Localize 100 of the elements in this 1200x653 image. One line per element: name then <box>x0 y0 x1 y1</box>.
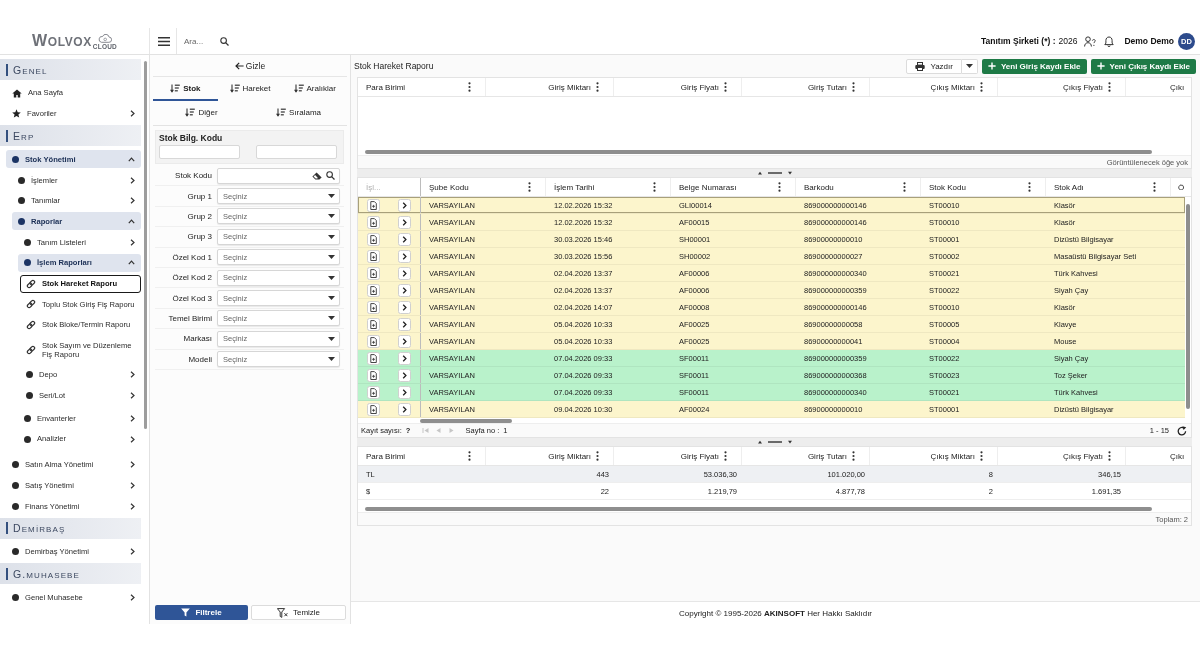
filter-tab[interactable]: Hareket <box>217 77 283 101</box>
kebab-menu-icon[interactable] <box>1153 182 1156 192</box>
caret-down-icon[interactable] <box>328 214 335 219</box>
caret-down-icon[interactable] <box>328 255 335 260</box>
kebab-menu-icon[interactable] <box>1108 82 1111 92</box>
document-icon[interactable] <box>367 402 380 416</box>
column-header[interactable]: Çıkış Fiyatı <box>998 447 1126 465</box>
column-header[interactable]: Çıkı <box>1126 78 1191 96</box>
document-icon[interactable] <box>367 334 380 348</box>
column-header[interactable]: Çıkış Miktarı <box>870 447 998 465</box>
caret-down-icon[interactable] <box>328 275 335 280</box>
document-icon[interactable] <box>367 300 380 314</box>
document-icon[interactable] <box>367 283 380 297</box>
kebab-menu-icon[interactable] <box>724 451 727 461</box>
kebab-menu-icon[interactable] <box>1108 451 1111 461</box>
kebab-menu-icon[interactable] <box>778 182 781 192</box>
kebab-menu-icon[interactable] <box>980 451 983 461</box>
filter-tab[interactable]: Sıralama <box>250 101 347 125</box>
kebab-menu-icon[interactable] <box>596 451 599 461</box>
kebab-menu-icon[interactable] <box>596 82 599 92</box>
caret-down-icon[interactable] <box>328 194 335 199</box>
kebab-menu-icon[interactable] <box>724 82 727 92</box>
document-icon[interactable] <box>367 266 380 280</box>
caret-down-icon[interactable] <box>328 234 335 239</box>
chevron-right-icon[interactable] <box>130 548 135 556</box>
column-header[interactable]: Giriş Fiyatı <box>614 447 742 465</box>
document-icon[interactable] <box>367 385 380 399</box>
filter-tab[interactable]: Stok <box>153 77 218 101</box>
column-header[interactable]: Çıkış Miktarı <box>870 78 998 96</box>
chevron-right-icon[interactable] <box>130 414 135 422</box>
chevron-right-icon[interactable] <box>130 391 135 399</box>
caret-down-icon[interactable] <box>328 296 335 301</box>
kebab-menu-icon[interactable] <box>980 82 983 92</box>
hide-panel-button[interactable]: Gizle <box>230 58 270 73</box>
caret-down-icon[interactable] <box>328 336 335 341</box>
column-header[interactable]: Giriş Tutarı <box>742 78 870 96</box>
column-header[interactable]: Stok Adı <box>1046 178 1171 196</box>
column-header[interactable]: Belge Numarası <box>671 178 796 196</box>
scrollbar-thumb[interactable] <box>144 61 147 429</box>
column-header[interactable]: Para Birimi <box>358 447 486 465</box>
caret-down-icon[interactable] <box>328 316 335 321</box>
scrollbar-thumb[interactable] <box>365 150 1152 154</box>
filter-tab[interactable]: Aralıklar <box>282 77 347 101</box>
add-record-button[interactable]: Yeni Giriş Kaydı Ekle <box>981 58 1087 74</box>
column-header[interactable]: Barkodu <box>796 178 921 196</box>
search-icon[interactable] <box>326 171 335 181</box>
chevron-right-icon[interactable] <box>130 197 135 205</box>
eraser-icon[interactable] <box>312 171 322 180</box>
column-header[interactable]: Çıkı <box>1126 447 1191 465</box>
kebab-menu-icon[interactable] <box>1028 182 1031 192</box>
column-header[interactable]: Giriş Tutarı <box>742 447 870 465</box>
kebab-menu-icon[interactable] <box>903 182 906 192</box>
column-header[interactable]: Çıkış Fiyatı <box>998 78 1126 96</box>
chevron-up-icon[interactable] <box>128 156 135 162</box>
column-header[interactable]: Giriş Miktarı <box>486 447 614 465</box>
input-field[interactable] <box>256 145 337 159</box>
chevron-right-icon[interactable] <box>130 461 135 469</box>
menu-icon[interactable] <box>158 36 170 46</box>
chevron-right-icon[interactable] <box>130 593 135 601</box>
chevron-right-icon[interactable] <box>130 110 135 118</box>
chevron-right-icon[interactable] <box>130 502 135 510</box>
chevron-up-icon[interactable] <box>128 218 135 224</box>
column-header[interactable]: Giriş Fiyatı <box>614 78 742 96</box>
chevron-up-icon[interactable] <box>128 260 135 266</box>
chevron-right-icon[interactable] <box>130 238 135 246</box>
print-button[interactable]: Yazdır <box>906 58 962 74</box>
document-icon[interactable] <box>367 198 380 212</box>
chevron-right-icon[interactable] <box>130 435 135 443</box>
column-header[interactable]: Stok Kodu <box>921 178 1046 196</box>
column-header[interactable]: Ö <box>1171 178 1191 196</box>
document-icon[interactable] <box>367 317 380 331</box>
column-header[interactable]: Giriş Miktarı <box>486 78 614 96</box>
document-icon[interactable] <box>367 215 380 229</box>
scrollbar-thumb[interactable] <box>420 419 512 423</box>
filter-button[interactable]: Filtrele <box>155 605 248 620</box>
add-record-button[interactable]: Yeni Çıkış Kaydı Ekle <box>1090 58 1196 74</box>
user-help-icon[interactable] <box>1084 35 1097 47</box>
kebab-menu-icon[interactable] <box>468 82 471 92</box>
filter-tab[interactable]: Diğer <box>153 101 250 125</box>
column-header[interactable]: Şube Kodu <box>421 178 546 196</box>
kebab-menu-icon[interactable] <box>528 182 531 192</box>
document-icon[interactable] <box>367 232 380 246</box>
kebab-menu-icon[interactable] <box>653 182 656 192</box>
column-header[interactable]: Para Birimi <box>358 78 486 96</box>
caret-down-icon[interactable] <box>965 64 973 68</box>
column-header[interactable]: İşlem Tarihi <box>546 178 671 196</box>
input-field[interactable] <box>159 145 240 159</box>
kebab-menu-icon[interactable] <box>468 451 471 461</box>
refresh-icon[interactable] <box>1177 425 1187 436</box>
bell-icon[interactable] <box>1104 35 1115 47</box>
search-icon[interactable] <box>220 36 229 46</box>
search-field[interactable]: Ara... <box>184 35 214 47</box>
scrollbar-thumb[interactable] <box>365 507 1152 511</box>
chevron-right-icon[interactable] <box>130 176 135 184</box>
clear-button[interactable]: Temizle <box>251 605 346 620</box>
chevron-right-icon[interactable] <box>130 370 135 378</box>
kebab-menu-icon[interactable] <box>852 451 855 461</box>
document-icon[interactable] <box>367 351 380 365</box>
kebab-menu-icon[interactable] <box>852 82 855 92</box>
scrollbar-thumb[interactable] <box>1186 204 1190 409</box>
